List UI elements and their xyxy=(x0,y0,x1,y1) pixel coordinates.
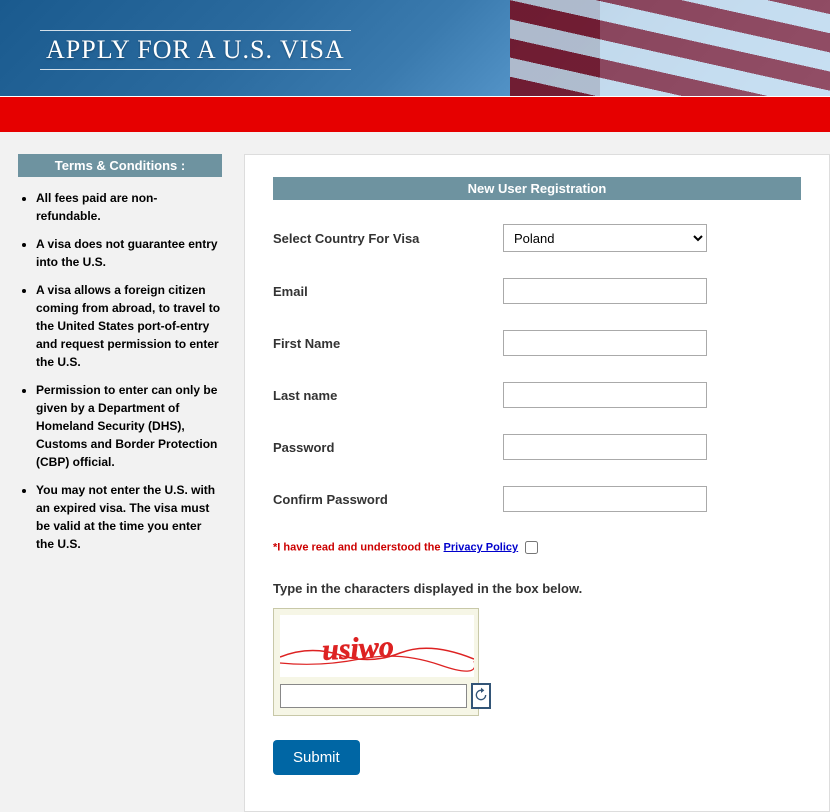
privacy-policy-link[interactable]: Privacy Policy xyxy=(444,541,519,553)
confirm-password-field[interactable] xyxy=(503,486,707,512)
privacy-line: *I have read and understood the Privacy … xyxy=(273,538,801,557)
privacy-checkbox[interactable] xyxy=(525,541,538,554)
email-label: Email xyxy=(273,284,503,299)
captcha-image: usiwo xyxy=(280,615,474,677)
page-title: APPLY FOR A U.S. VISA xyxy=(40,30,351,70)
confirm-label: Confirm Password xyxy=(273,492,503,507)
privacy-prefix: *I have read and understood the xyxy=(273,541,444,553)
captcha-label: Type in the characters displayed in the … xyxy=(273,581,801,596)
form-title: New User Registration xyxy=(273,177,801,200)
lastname-field[interactable] xyxy=(503,382,707,408)
sidebar: Terms & Conditions : All fees paid are n… xyxy=(0,154,222,563)
refresh-icon xyxy=(473,687,489,706)
password-label: Password xyxy=(273,440,503,455)
header-banner: APPLY FOR A U.S. VISA xyxy=(0,0,830,96)
terms-item: You may not enter the U.S. with an expir… xyxy=(36,481,222,553)
main-panel: New User Registration Select Country For… xyxy=(244,154,830,812)
red-nav-bar xyxy=(0,96,830,132)
email-field[interactable] xyxy=(503,278,707,304)
country-label: Select Country For Visa xyxy=(273,231,503,246)
svg-text:usiwo: usiwo xyxy=(321,630,394,667)
captcha-refresh-button[interactable] xyxy=(471,683,491,709)
password-field[interactable] xyxy=(503,434,707,460)
country-select[interactable]: Poland xyxy=(503,224,707,252)
terms-item: Permission to enter can only be given by… xyxy=(36,381,222,471)
terms-title: Terms & Conditions : xyxy=(18,154,222,177)
terms-item: A visa does not guarantee entry into the… xyxy=(36,235,222,271)
captcha-box: usiwo xyxy=(273,608,479,716)
lastname-label: Last name xyxy=(273,388,503,403)
submit-button[interactable]: Submit xyxy=(273,740,360,775)
firstname-label: First Name xyxy=(273,336,503,351)
terms-list: All fees paid are non-refundable. A visa… xyxy=(18,189,222,553)
captcha-field[interactable] xyxy=(280,684,467,708)
terms-item: A visa allows a foreign citizen coming f… xyxy=(36,281,222,371)
firstname-field[interactable] xyxy=(503,330,707,356)
terms-item: All fees paid are non-refundable. xyxy=(36,189,222,225)
